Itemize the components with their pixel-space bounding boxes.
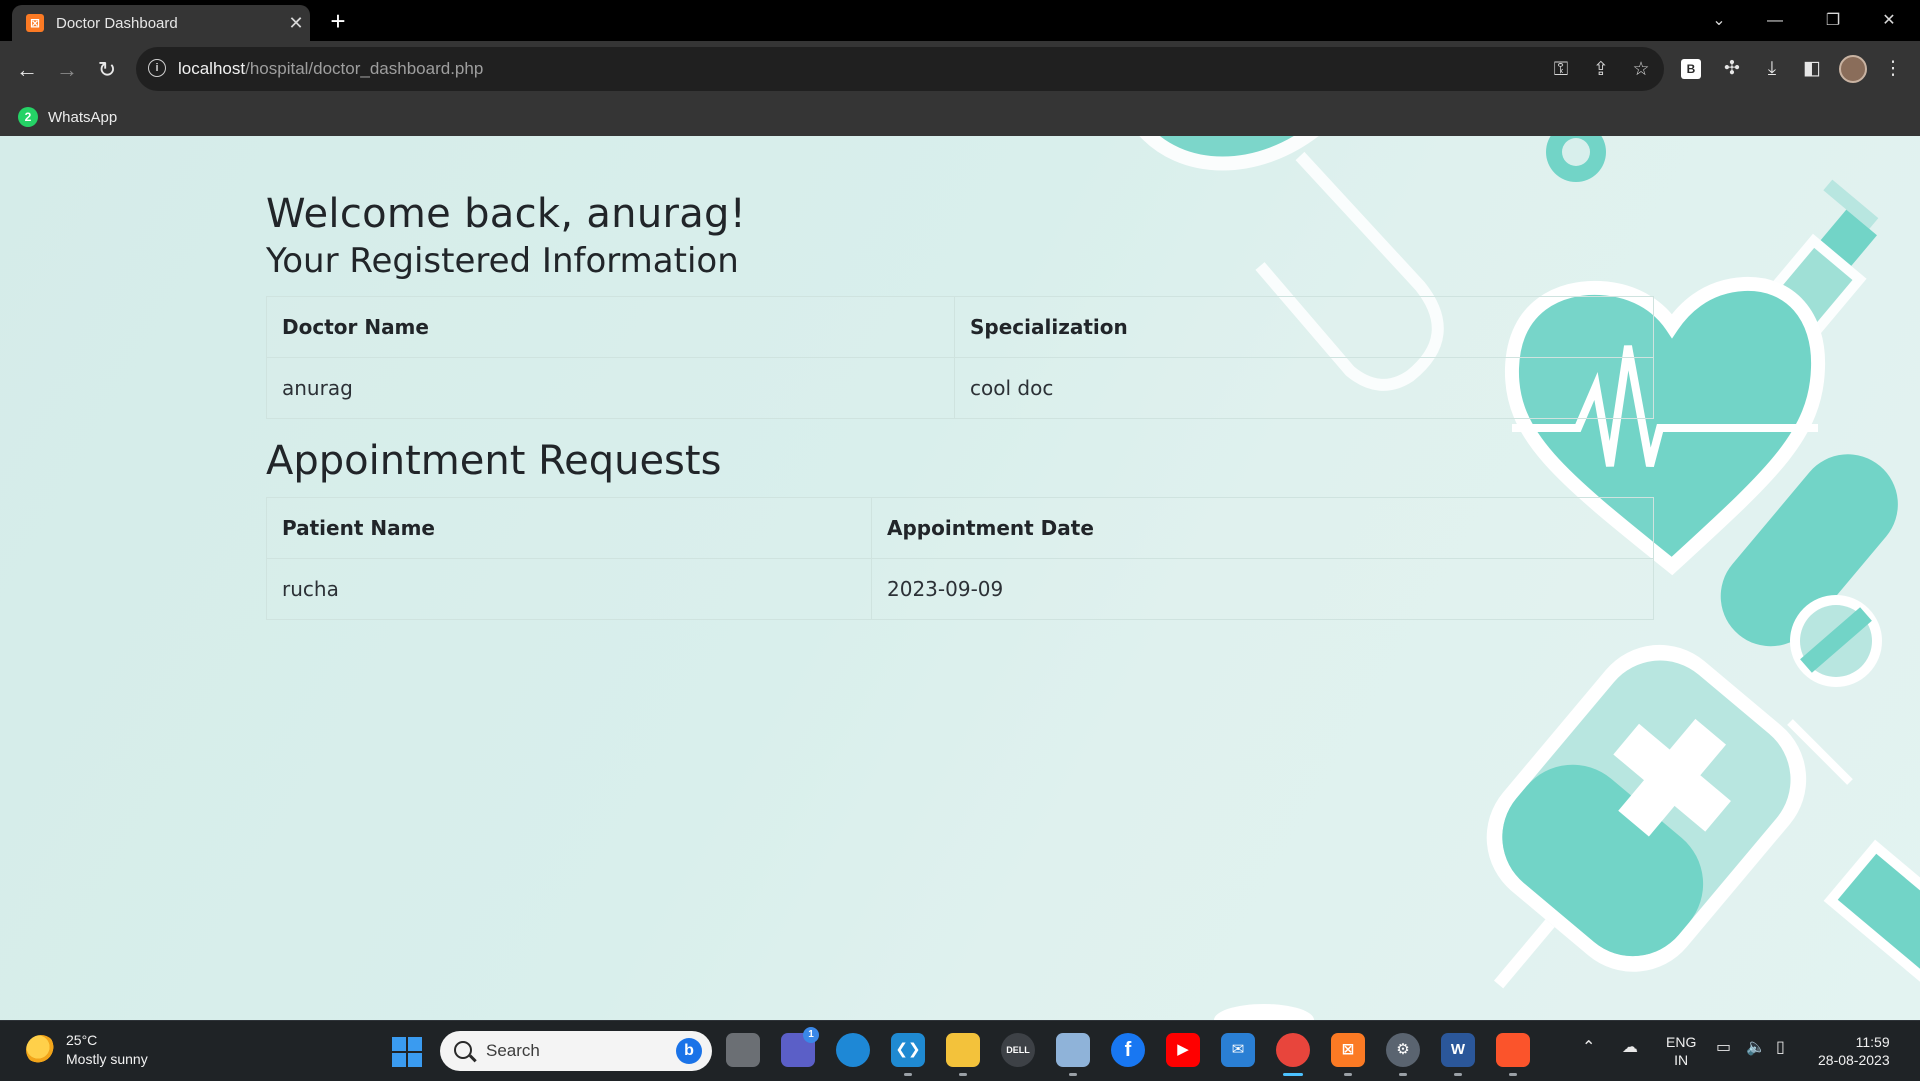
profile-avatar[interactable] (1839, 55, 1867, 83)
side-panel-icon[interactable]: ◧ (1797, 54, 1827, 84)
facebook-icon[interactable]: f (1111, 1033, 1145, 1067)
download-icon[interactable]: ⤓ (1757, 54, 1787, 84)
extensions-puzzle-icon[interactable]: ✣ (1717, 54, 1747, 84)
appointment-date-cell: 2023-09-09 (871, 558, 1654, 620)
vscode-icon[interactable]: ❮❯ (891, 1033, 925, 1076)
appointments-table: Patient Name Appointment Date rucha 2023… (266, 497, 1654, 620)
table-row: rucha 2023-09-09 (266, 558, 1654, 620)
forward-icon[interactable]: → (52, 55, 82, 85)
patient-name-cell: rucha (266, 558, 872, 620)
back-icon[interactable]: ← (12, 55, 42, 85)
bookmarks-bar: 2 WhatsApp (0, 99, 1920, 137)
word-icon[interactable]: W (1441, 1033, 1475, 1076)
volume-icon[interactable]: 🔈 (1746, 1037, 1766, 1057)
table-header-row: Patient Name Appointment Date (266, 497, 1654, 559)
key-icon[interactable]: ⚿ (1548, 57, 1574, 83)
bookmark-label: WhatsApp (48, 108, 118, 126)
brave-icon[interactable] (1496, 1033, 1530, 1076)
file-explorer-icon[interactable] (946, 1033, 980, 1076)
specialization-cell: cool doc (954, 357, 1654, 419)
language-indicator[interactable]: ENG IN (1666, 1033, 1696, 1069)
minimize-icon[interactable]: — (1752, 6, 1798, 36)
menu-kebab-icon[interactable]: ⋮ (1878, 54, 1908, 84)
tab-title: Doctor Dashboard (56, 14, 178, 32)
share-icon[interactable]: ⇪ (1588, 57, 1614, 83)
page-viewport: Welcome back, anurag! Your Registered In… (0, 136, 1920, 1020)
new-tab-button[interactable]: + (322, 6, 354, 38)
column-header-doctor-name: Doctor Name (266, 296, 955, 358)
settings-gear-icon[interactable]: ⚙ (1386, 1033, 1420, 1076)
browser-tab[interactable]: ⊠ Doctor Dashboard ✕ (12, 5, 310, 41)
clock-time: 11:59 (1855, 1034, 1890, 1050)
sun-icon (26, 1035, 56, 1065)
notification-badge: 1 (803, 1027, 819, 1043)
chevron-up-icon[interactable]: ⌃ (1582, 1037, 1595, 1057)
doctor-info-table: Doctor Name Specialization anurag cool d… (266, 296, 1654, 419)
network-icon[interactable]: ▭ (1716, 1037, 1731, 1057)
dell-icon[interactable]: DELL (1001, 1033, 1035, 1067)
weather-widget[interactable]: 25°C Mostly sunny (26, 1031, 148, 1069)
search-placeholder: Search (486, 1041, 540, 1060)
browser-toolbar: ← → ↻ i localhost/hospital/doctor_dashbo… (0, 41, 1920, 99)
url-text[interactable]: localhost/hospital/doctor_dashboard.php (178, 59, 483, 79)
teams-chat-icon[interactable]: 1 (781, 1027, 819, 1067)
mail-icon[interactable]: ✉ (1221, 1033, 1255, 1067)
restore-icon[interactable]: ❐ (1810, 6, 1856, 36)
column-header-patient-name: Patient Name (266, 497, 872, 559)
windows-start-icon[interactable] (392, 1037, 422, 1067)
dashboard-content: Welcome back, anurag! Your Registered In… (266, 190, 1654, 620)
close-window-icon[interactable]: ✕ (1866, 6, 1912, 36)
battery-icon[interactable]: ▯ (1776, 1037, 1785, 1057)
table-header-row: Doctor Name Specialization (266, 296, 1654, 358)
clock-date: 28-08-2023 (1818, 1052, 1890, 1068)
welcome-heading: Welcome back, anurag! (266, 191, 747, 237)
whatsapp-icon: 2 (18, 107, 38, 127)
xampp-taskbar-icon[interactable]: ⊠ (1331, 1033, 1365, 1076)
reload-icon[interactable]: ↻ (92, 55, 122, 85)
tab-strip: ⊠ Doctor Dashboard ✕ + ⌄ — ❐ ✕ (0, 0, 1920, 41)
chrome-icon[interactable] (1276, 1033, 1310, 1076)
bing-icon[interactable]: b (676, 1038, 702, 1064)
weather-condition: Mostly sunny (66, 1051, 148, 1067)
site-info-icon[interactable]: i (148, 59, 166, 77)
column-header-appointment-date: Appointment Date (871, 497, 1654, 559)
bookmark-whatsapp[interactable]: 2 WhatsApp (18, 103, 117, 131)
youtube-icon[interactable]: ▶ (1166, 1033, 1200, 1067)
star-icon[interactable]: ☆ (1628, 57, 1654, 83)
doctor-name-cell: anurag (266, 357, 955, 419)
search-icon (454, 1041, 472, 1059)
taskbar-search[interactable]: Search b (440, 1031, 712, 1071)
appointment-requests-heading: Appointment Requests (266, 438, 722, 484)
xampp-icon: ⊠ (26, 14, 44, 32)
system-clock[interactable]: 11:59 28-08-2023 (1818, 1033, 1890, 1069)
edge-icon[interactable] (836, 1033, 870, 1067)
photos-icon[interactable] (1056, 1033, 1090, 1076)
weather-temp: 25°C (66, 1032, 98, 1048)
column-header-specialization: Specialization (954, 296, 1654, 358)
task-view-icon[interactable] (726, 1033, 760, 1067)
windows-taskbar: 25°C Mostly sunny Search b 1 ❮❯ DELL f ▶… (0, 1020, 1920, 1081)
registered-info-heading: Your Registered Information (266, 241, 739, 281)
table-row: anurag cool doc (266, 357, 1654, 419)
extension-b-icon[interactable]: B (1681, 59, 1701, 79)
close-tab-icon[interactable]: ✕ (282, 13, 310, 34)
address-bar[interactable]: i localhost/hospital/doctor_dashboard.ph… (136, 47, 1664, 91)
tab-search-icon[interactable]: ⌄ (1696, 6, 1742, 36)
onedrive-cloud-icon[interactable]: ☁ (1622, 1037, 1638, 1057)
